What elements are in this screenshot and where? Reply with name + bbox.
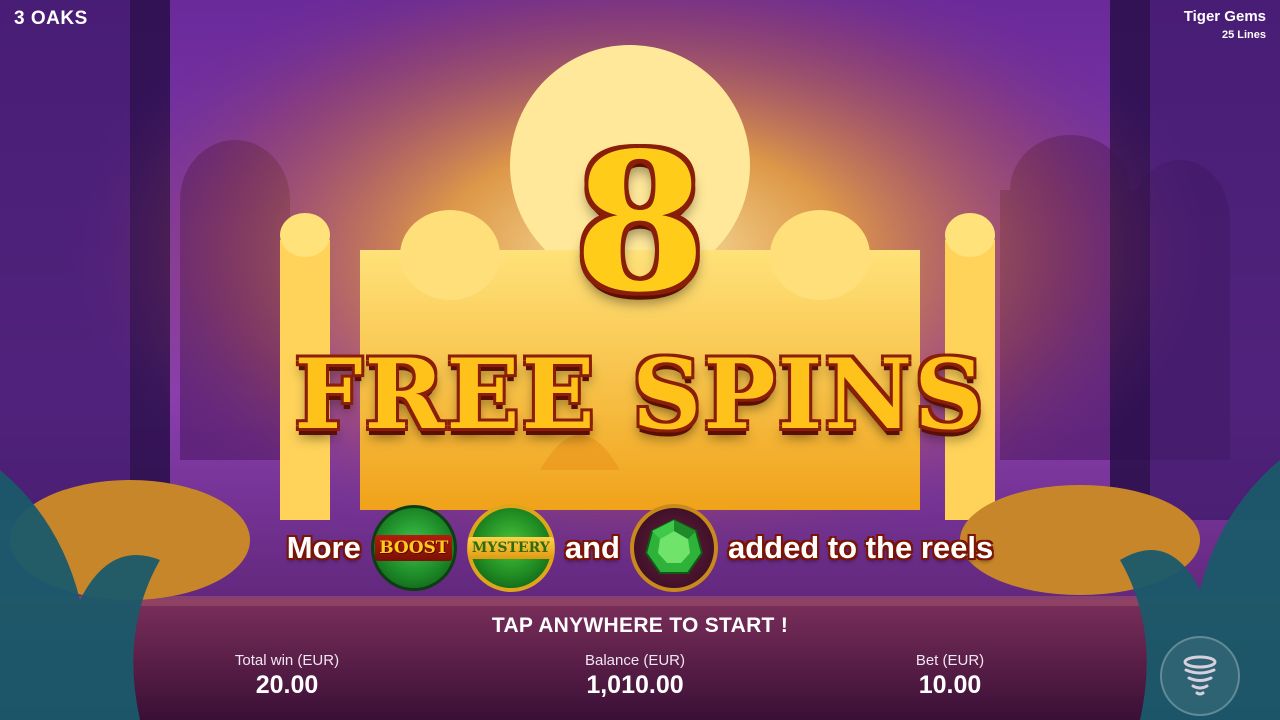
- paylines-count: 25 Lines: [1221, 29, 1266, 41]
- mystery-symbol-icon: MYSTERY: [466, 504, 555, 592]
- total-win-display: Total win (EUR) 20.00: [187, 652, 387, 700]
- game-title: Tiger Gems: [1183, 8, 1266, 25]
- emerald-gem-icon: [629, 504, 718, 592]
- gem-graphic: [644, 518, 704, 574]
- menu-button[interactable]: [1160, 636, 1240, 716]
- feature-description: More BOOST MYSTERY and added to the reel…: [0, 503, 1280, 593]
- feature-and-text: and: [564, 530, 620, 565]
- balance-value: 1,010.00: [586, 671, 684, 699]
- boost-label: BOOST: [375, 535, 453, 561]
- tap-to-start-prompt[interactable]: TAP ANYWHERE TO START !: [0, 614, 1280, 638]
- free-spins-title: FREE SPINS: [294, 338, 986, 451]
- tornado-menu-icon: [1183, 655, 1217, 696]
- mystery-label: MYSTERY: [467, 537, 554, 559]
- game-info: Tiger Gems 25 Lines: [1184, 8, 1266, 41]
- free-spins-count: 8: [573, 111, 707, 334]
- feature-tail-text: added to the reels: [727, 530, 994, 565]
- balance-display: Balance (EUR) 1,010.00: [535, 652, 735, 700]
- bet-value: 10.00: [918, 671, 982, 699]
- boost-symbol-icon: BOOST: [370, 505, 457, 591]
- feature-more-text: More: [286, 530, 361, 565]
- total-win-label: Total win (EUR): [234, 652, 340, 669]
- balance-label: Balance (EUR): [584, 652, 686, 669]
- provider-logo: 3 OAKS: [14, 8, 88, 29]
- total-win-value: 20.00: [255, 671, 319, 699]
- bet-label: Bet (EUR): [915, 652, 985, 669]
- bet-display: Bet (EUR) 10.00: [865, 652, 1035, 700]
